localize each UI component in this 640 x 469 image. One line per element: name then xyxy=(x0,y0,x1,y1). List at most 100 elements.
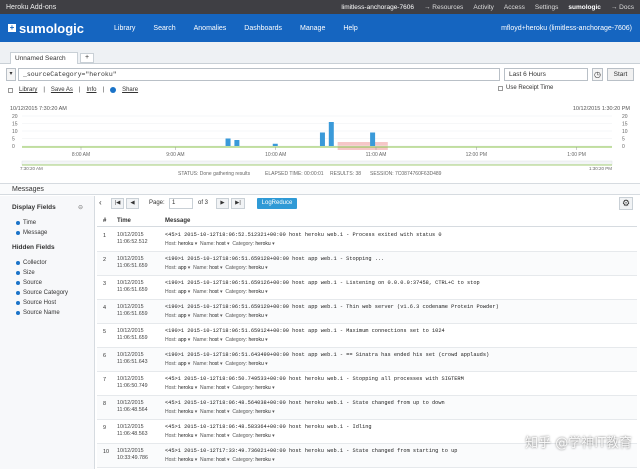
table-row[interactable]: 1 10/12/2015 11:06:52.512 <45>1 2015-10-12T… xyxy=(97,228,637,252)
host-value[interactable]: heroku xyxy=(178,385,193,391)
table-row[interactable]: 8 10/12/2015 11:06:48.564 <45>1 2015-10-12T… xyxy=(97,396,637,420)
host-value[interactable]: heroku xyxy=(178,241,193,247)
row-message[interactable]: <45>1 2015-10-12T17:33:49.736021+00:00 h… xyxy=(165,448,457,454)
histogram-bar[interactable] xyxy=(328,122,334,146)
start-button[interactable]: Start xyxy=(607,68,634,81)
nav-anomalies[interactable]: Anomalies xyxy=(194,25,227,32)
collapse-checkbox[interactable] xyxy=(8,87,13,93)
table-row[interactable]: 7 10/12/2015 11:06:50.749 <45>1 2015-10-12T… xyxy=(97,372,637,396)
row-message[interactable]: <45>1 2015-10-12T18:06:50.749533+00:00 h… xyxy=(165,376,464,382)
field-settings-icon[interactable]: ⊖ xyxy=(78,204,83,211)
host-value[interactable]: app xyxy=(178,265,186,271)
name-value[interactable]: host xyxy=(209,337,218,343)
first-page-button[interactable]: |◀ xyxy=(111,198,124,209)
field-source[interactable]: Source xyxy=(16,280,42,286)
page-input[interactable]: 1 xyxy=(169,198,193,209)
docs-link[interactable]: → Docs xyxy=(611,4,634,11)
row-message[interactable]: <190>1 2015-10-12T18:06:51.659128+00:00 … xyxy=(165,256,384,262)
col-time[interactable]: Time xyxy=(117,218,131,224)
category-value[interactable]: heroku xyxy=(248,337,263,343)
name-value[interactable]: host xyxy=(216,433,225,439)
overview-strip[interactable] xyxy=(21,160,613,166)
category-value[interactable]: heroku xyxy=(248,313,263,319)
activity-link[interactable]: Activity xyxy=(473,4,494,11)
next-page-button[interactable]: ▶ xyxy=(216,198,229,209)
clock-icon[interactable]: ◷ xyxy=(592,68,603,81)
histogram-bar[interactable] xyxy=(225,138,231,147)
tab-unnamed-search[interactable]: Unnamed Search xyxy=(10,52,78,64)
category-value[interactable]: heroku xyxy=(255,457,270,463)
table-row[interactable]: 4 10/12/2015 11:06:51.659 <190>1 2015-10-12… xyxy=(97,300,637,324)
add-tab-button[interactable]: + xyxy=(80,53,94,63)
nav-dashboards[interactable]: Dashboards xyxy=(244,25,282,32)
messages-header[interactable]: Messages xyxy=(0,183,640,195)
category-value[interactable]: heroku xyxy=(248,361,263,367)
histogram-bar[interactable] xyxy=(370,132,376,147)
histogram-bar[interactable] xyxy=(234,140,240,146)
row-message[interactable]: <190>1 2015-10-12T18:06:51.659124+00:00 … xyxy=(165,328,445,334)
field-source-host[interactable]: Source Host xyxy=(16,300,56,306)
table-row[interactable]: 2 10/12/2015 11:06:51.659 <190>1 2015-10-12… xyxy=(97,252,637,276)
query-expand-icon[interactable]: ▾ xyxy=(6,68,16,81)
info-link[interactable]: Info xyxy=(86,87,96,93)
host-value[interactable]: app xyxy=(178,337,186,343)
category-value[interactable]: heroku xyxy=(255,385,270,391)
name-value[interactable]: host xyxy=(216,241,225,247)
host-value[interactable]: app xyxy=(178,313,186,319)
name-value[interactable]: host xyxy=(216,385,225,391)
table-row[interactable]: 5 10/12/2015 11:06:51.659 <190>1 2015-10-12… xyxy=(97,324,637,348)
heroku-brand[interactable]: Heroku Add-ons xyxy=(6,4,56,11)
row-message[interactable]: <190>1 2015-10-12T18:06:51.659120+00:00 … xyxy=(165,304,499,310)
nav-search[interactable]: Search xyxy=(153,25,175,32)
sumologic-logo[interactable]: + sumologic xyxy=(8,21,84,36)
gear-icon[interactable]: ⚙ xyxy=(619,197,633,210)
category-value[interactable]: heroku xyxy=(248,265,263,271)
logreduce-button[interactable]: LogReduce xyxy=(257,198,297,209)
histogram-chart[interactable]: 20151050201510508:00 AM 9:00 AM 10:00 AM 11… xyxy=(0,112,640,170)
app-name[interactable]: limitless-anchorage-7606 xyxy=(341,4,414,11)
col-num[interactable]: # xyxy=(103,218,106,224)
field-message[interactable]: Message xyxy=(16,230,47,236)
field-time[interactable]: Time xyxy=(16,220,36,226)
histogram-bar[interactable] xyxy=(319,132,325,147)
name-value[interactable]: host xyxy=(209,265,218,271)
access-link[interactable]: Access xyxy=(504,4,525,11)
prev-page-button[interactable]: ◀ xyxy=(126,198,139,209)
query-input[interactable]: _sourceCategory="heroku" xyxy=(18,68,500,81)
col-message[interactable]: Message xyxy=(165,218,190,224)
category-value[interactable]: heroku xyxy=(255,241,270,247)
host-value[interactable]: heroku xyxy=(178,409,193,415)
name-value[interactable]: host xyxy=(209,361,218,367)
save-as-link[interactable]: Save As xyxy=(51,87,73,93)
collapse-panel-icon[interactable]: ‹ xyxy=(99,198,102,207)
field-collector[interactable]: Collector xyxy=(16,260,47,266)
user-menu[interactable]: mfloyd+heroku (limitless-anchorage-7606) xyxy=(501,25,632,32)
field-source-name[interactable]: Source Name xyxy=(16,310,60,316)
row-message[interactable]: <45>1 2015-10-12T18:06:48.583364+00:00 h… xyxy=(165,424,372,430)
row-message[interactable]: <45>1 2015-10-12T18:06:52.512321+00:00 h… xyxy=(165,232,442,238)
library-link[interactable]: Library xyxy=(19,87,37,93)
histogram-bar[interactable] xyxy=(272,143,278,146)
receipt-time-checkbox[interactable] xyxy=(498,85,503,91)
resources-link[interactable]: → Resources xyxy=(424,4,463,11)
name-value[interactable]: host xyxy=(216,409,225,415)
host-value[interactable]: heroku xyxy=(178,457,193,463)
name-value[interactable]: host xyxy=(209,313,218,319)
last-page-button[interactable]: ▶| xyxy=(231,198,245,209)
host-value[interactable]: app xyxy=(178,289,186,295)
table-row[interactable]: 3 10/12/2015 11:06:51.659 <190>1 2015-10-12… xyxy=(97,276,637,300)
field-source-category[interactable]: Source Category xyxy=(16,290,68,296)
name-value[interactable]: host xyxy=(216,457,225,463)
receipt-time-option[interactable]: Use Receipt Time xyxy=(498,85,553,91)
host-value[interactable]: app xyxy=(178,361,186,367)
name-value[interactable]: host xyxy=(209,289,218,295)
category-value[interactable]: heroku xyxy=(255,433,270,439)
host-value[interactable]: heroku xyxy=(178,433,193,439)
time-range-input[interactable]: Last 6 Hours xyxy=(504,68,588,81)
category-value[interactable]: heroku xyxy=(255,409,270,415)
nav-manage[interactable]: Manage xyxy=(300,25,325,32)
row-message[interactable]: <190>1 2015-10-12T18:06:51.643499+00:00 … xyxy=(165,352,489,358)
settings-link[interactable]: Settings xyxy=(535,4,559,11)
row-message[interactable]: <190>1 2015-10-12T18:06:51.659126+00:00 … xyxy=(165,280,480,286)
field-size[interactable]: Size xyxy=(16,270,35,276)
